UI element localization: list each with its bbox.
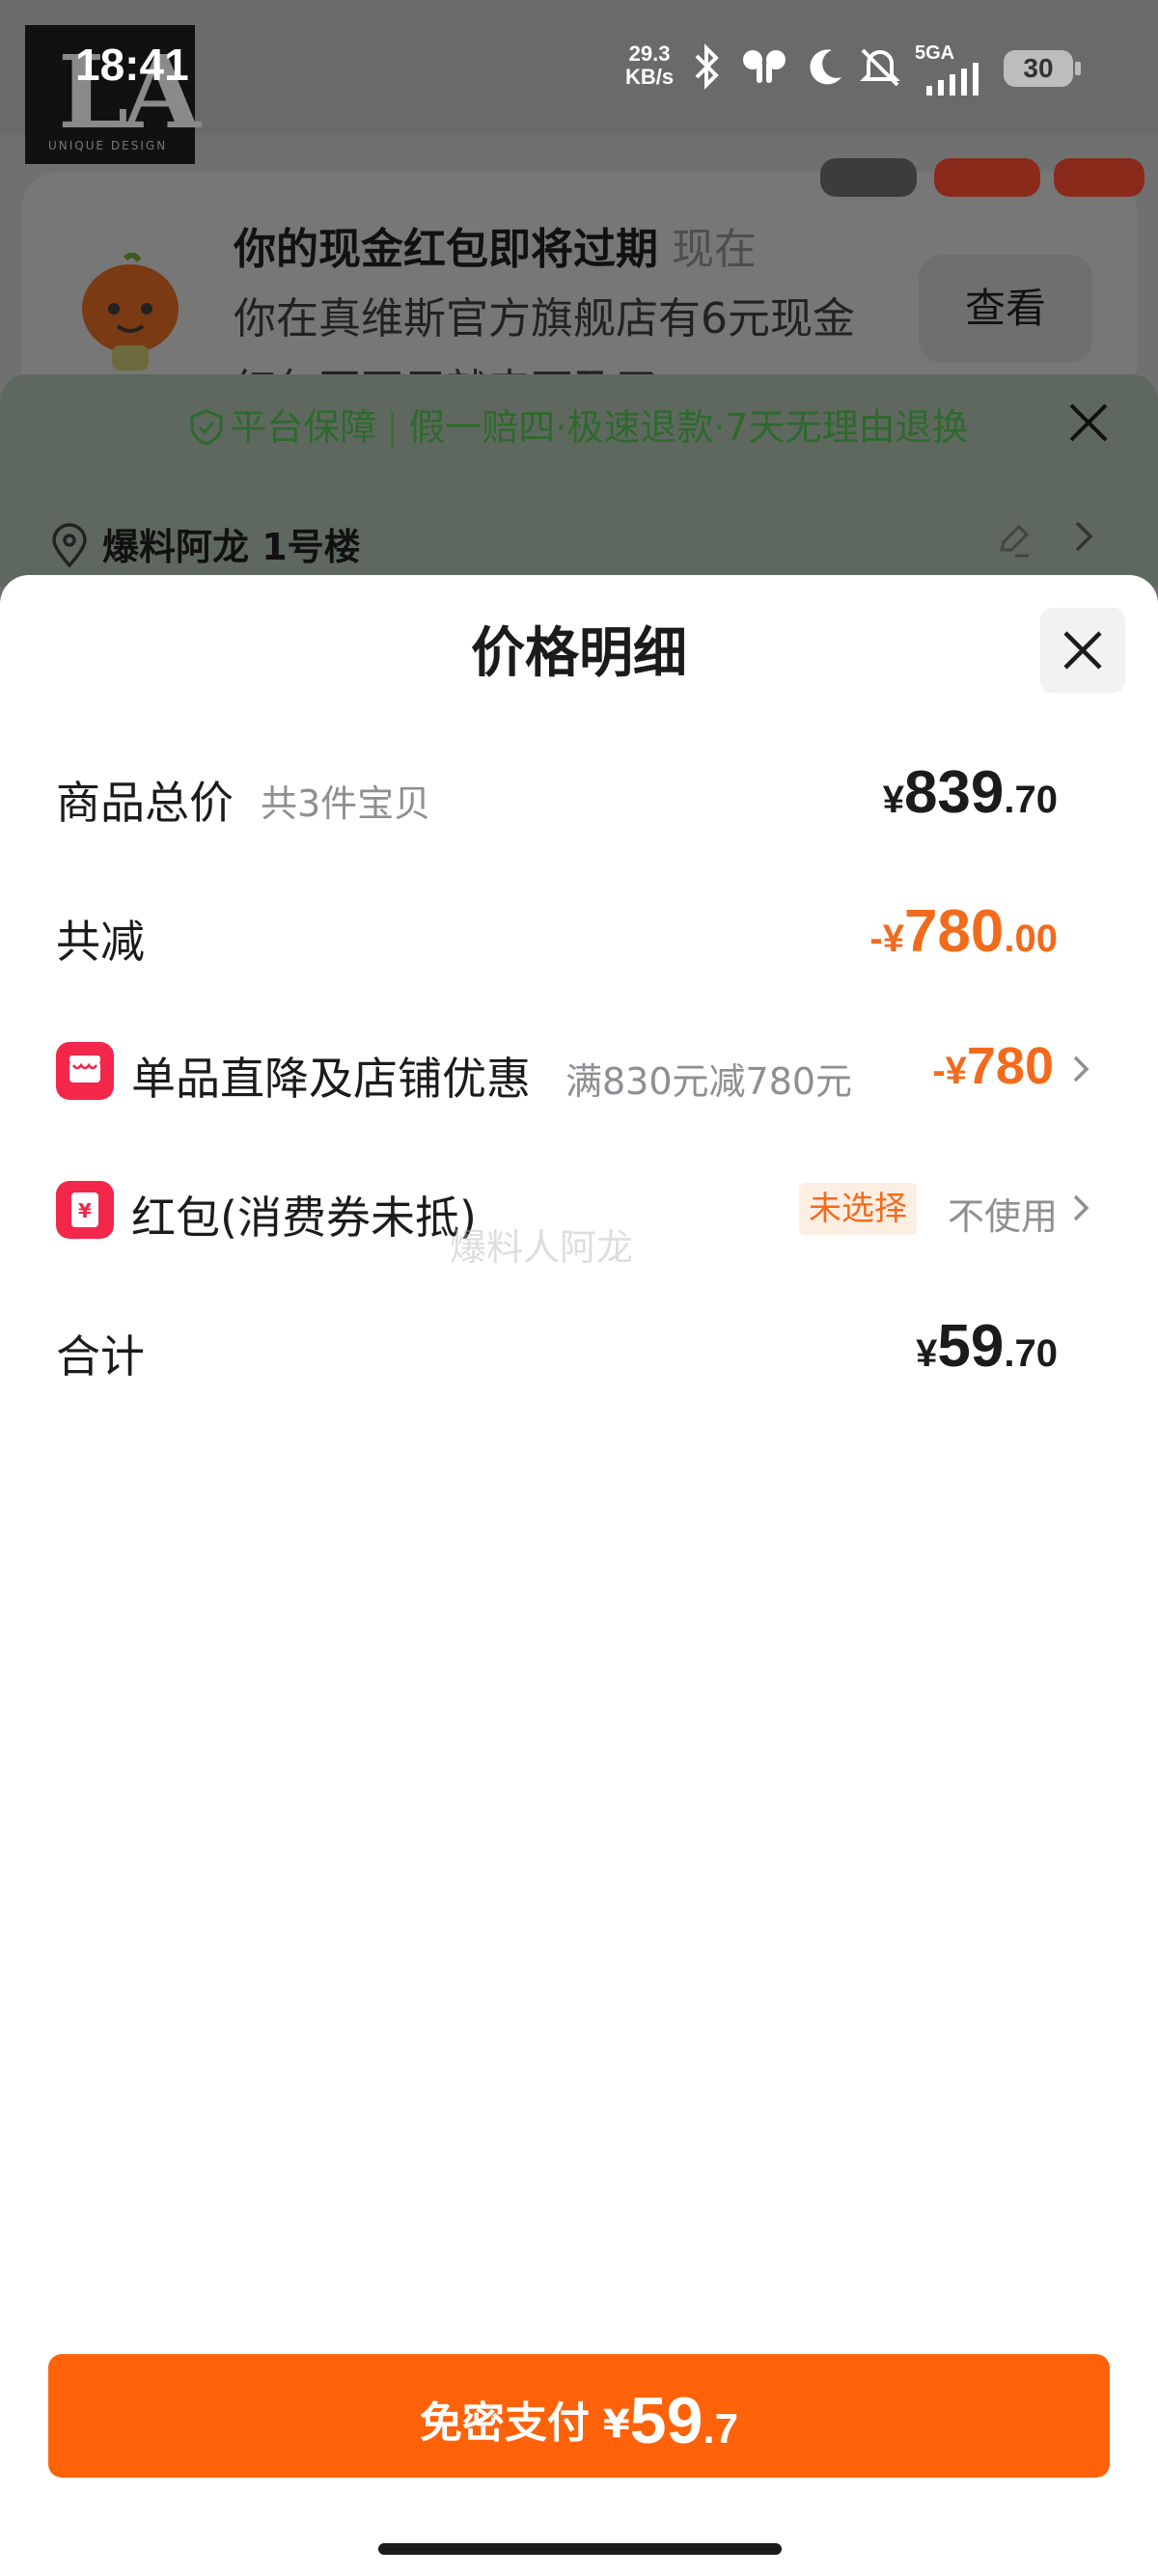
- discount-sign: -: [869, 918, 883, 960]
- close-icon[interactable]: [1065, 399, 1112, 446]
- coupon-glyph-icon: ¥: [71, 1192, 98, 1227]
- badge-dark: [820, 158, 917, 197]
- view-button[interactable]: 查看: [919, 255, 1092, 363]
- promo-currency: ¥: [945, 1050, 967, 1092]
- battery-indicator: 30: [1004, 50, 1081, 87]
- discount-currency: ¥: [882, 918, 904, 960]
- pay-dec: .7: [703, 2405, 739, 2453]
- shop-icon: [56, 1042, 114, 1100]
- promo-price[interactable]: -¥780: [932, 1036, 1054, 1096]
- store-glyph-icon: [69, 1055, 100, 1082]
- home-indicator[interactable]: [378, 2543, 782, 2555]
- total-currency: ¥: [882, 779, 904, 821]
- sum-dec: .70: [1004, 1332, 1058, 1375]
- red-packet-icon: ¥: [56, 1181, 114, 1239]
- pay-currency: ¥: [602, 2402, 630, 2447]
- svg-text:¥: ¥: [78, 1199, 92, 1222]
- mascot-icon: [82, 253, 179, 370]
- sheet-close-button[interactable]: [1040, 608, 1125, 693]
- discount-int: 780: [903, 898, 1005, 965]
- chevron-right-icon[interactable]: [1069, 1050, 1092, 1088]
- unselected-tag: 未选择: [799, 1183, 917, 1235]
- logo-subtitle: UNIQUE DESIGN: [48, 139, 168, 152]
- promo-sign: -: [932, 1050, 946, 1092]
- promo-label[interactable]: 单品直降及店铺优惠: [131, 1044, 531, 1108]
- net-speed-unit: KB/s: [625, 65, 675, 89]
- guarantee-text: 平台保障 | 假一赔四·极速退款·7天无理由退换: [0, 397, 1158, 451]
- net-speed-value: 29.3: [628, 41, 671, 66]
- sheet-title: 价格明细: [471, 622, 687, 685]
- sum-label: 合计: [56, 1330, 145, 1383]
- notification-title-text: 你的现金红包即将过期: [234, 225, 658, 274]
- total-price: ¥839.70: [883, 758, 1058, 827]
- address-label: 爆料阿龙 1号楼: [102, 526, 361, 568]
- chevron-right-icon[interactable]: [1069, 1189, 1092, 1227]
- location-pin-icon: [52, 523, 87, 567]
- badge-red-2: [1054, 158, 1144, 197]
- shield-check-icon: [190, 409, 223, 446]
- discount-dec: .00: [1004, 918, 1058, 960]
- total-count: 共3件宝贝: [261, 782, 431, 825]
- address-row[interactable]: 爆料阿龙 1号楼: [50, 517, 361, 570]
- discount-label: 共减: [56, 916, 145, 968]
- moon-icon: [810, 49, 841, 85]
- notification-title: 你的现金红包即将过期 现在: [234, 214, 757, 276]
- sum-price: ¥59.70: [916, 1312, 1058, 1381]
- guarantee-lead: 平台保障: [230, 406, 377, 449]
- promo-rule: 满830元减780元: [565, 1060, 853, 1103]
- pay-button-label: 免密支付: [419, 2398, 590, 2448]
- total-dec: .70: [1004, 779, 1058, 821]
- total-label: 商品总价: [56, 777, 234, 829]
- signal-icon: [926, 63, 979, 96]
- total-int: 839: [903, 759, 1005, 826]
- promo-int: 780: [966, 1037, 1054, 1095]
- pay-button[interactable]: 免密支付 ¥59.7: [48, 2354, 1110, 2478]
- notification-time: 现在: [672, 225, 757, 274]
- status-time: 18:41: [75, 40, 189, 90]
- pay-int: 59: [629, 2384, 703, 2457]
- sum-int: 59: [937, 1313, 1005, 1380]
- sum-currency: ¥: [916, 1332, 938, 1375]
- chevron-right-icon[interactable]: [1069, 517, 1098, 556]
- badge-red: [934, 158, 1040, 197]
- edit-icon[interactable]: [994, 521, 1033, 560]
- watermark: 爆料人阿龙: [450, 1226, 634, 1269]
- bluetooth-icon: [695, 43, 719, 90]
- close-icon: [1063, 631, 1102, 670]
- red-packet-value[interactable]: 不使用: [948, 1187, 1058, 1240]
- price-detail-sheet: [0, 575, 1158, 2576]
- bell-muted-icon: [860, 48, 900, 87]
- discount-price: -¥780.00: [869, 897, 1058, 966]
- earbuds-icon: [743, 50, 786, 83]
- guarantee-items: 假一赔四·极速退款·7天无理由退换: [408, 406, 969, 449]
- red-packet-label[interactable]: 红包(消费券未抵): [131, 1183, 477, 1247]
- net-speed: 29.3 KB/s: [625, 42, 674, 89]
